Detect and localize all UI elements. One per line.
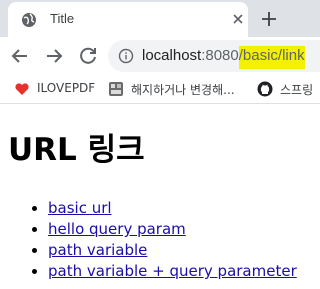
- back-arrow-icon[interactable]: [8, 44, 32, 68]
- bookmark-label: ILOVEPDF: [37, 81, 96, 95]
- link-path-variable-query-parameter[interactable]: path variable + query parameter: [48, 262, 297, 280]
- list-item: basic url: [48, 198, 297, 219]
- link-hello-query-param[interactable]: hello query param: [48, 220, 186, 238]
- page-title: URL 링크: [8, 132, 145, 168]
- bookmarks-bar: ILOVEPDF 해지하거나 변경해... 스프링: [0, 75, 320, 104]
- close-icon[interactable]: [230, 11, 246, 27]
- bookmark-app-icon: [109, 82, 123, 96]
- list-item: path variable + query parameter: [48, 261, 297, 282]
- forward-arrow-icon[interactable]: [42, 44, 66, 68]
- reload-icon[interactable]: [76, 44, 100, 68]
- url-host: localhost: [142, 47, 202, 64]
- browser-toolbar: localhost:8080/basic/link: [0, 37, 320, 75]
- url-path-highlighted: /basic/link: [238, 46, 305, 69]
- new-tab-icon[interactable]: [258, 8, 280, 30]
- heart-icon: [15, 83, 29, 95]
- bookmark-label: 해지하거나 변경해...: [131, 83, 235, 97]
- info-icon[interactable]: [118, 48, 134, 64]
- browser-tab[interactable]: Title: [8, 2, 248, 37]
- link-path-variable[interactable]: path variable: [48, 241, 147, 259]
- tab-title: Title: [50, 11, 75, 26]
- globe-icon: [22, 13, 36, 27]
- page-content: URL 링크 basic url hello query param path …: [0, 104, 320, 289]
- list-item: hello query param: [48, 219, 297, 240]
- bookmark-label: 스프링: [280, 83, 314, 97]
- url-text[interactable]: localhost:8080/basic/link: [142, 46, 305, 69]
- link-basic-url[interactable]: basic url: [48, 199, 112, 217]
- github-icon: [257, 81, 273, 97]
- list-item: path variable: [48, 240, 297, 261]
- tab-strip: Title: [0, 0, 320, 37]
- url-port: :8080: [201, 47, 239, 64]
- link-list: basic url hello query param path variabl…: [0, 198, 297, 282]
- address-bar[interactable]: localhost:8080/basic/link: [108, 40, 320, 72]
